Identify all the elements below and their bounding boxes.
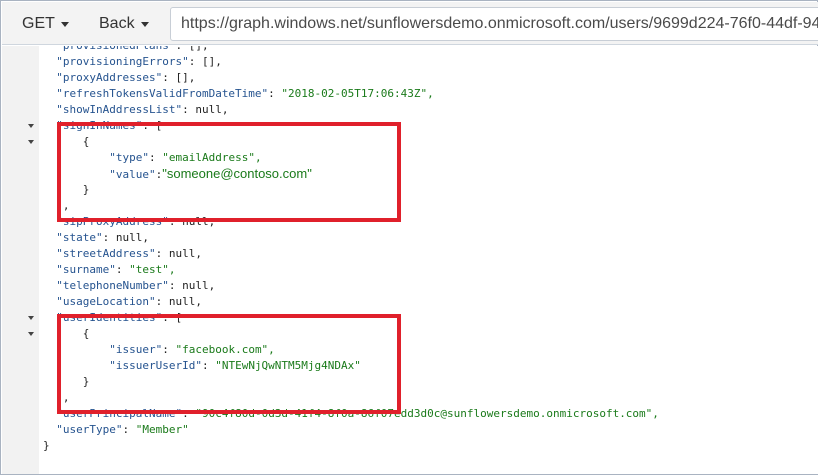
json-separator: :: [155, 295, 169, 308]
http-method-dropdown[interactable]: GET: [10, 8, 78, 40]
code-line-content: "showInAddressList": null,: [43, 102, 228, 118]
code-line-content: "state": null,: [43, 230, 149, 246]
json-key: "provisioningErrors": [56, 55, 189, 68]
code-line: "telephoneNumber": null,: [2, 278, 818, 294]
json-separator: :: [122, 423, 136, 436]
back-label: Back: [99, 15, 135, 32]
code-line: "surname": "test",: [2, 262, 818, 278]
code-line: "usageLocation": null,: [2, 294, 818, 310]
json-key: "showInAddressList": [56, 103, 183, 116]
json-separator: :: [175, 46, 188, 52]
back-dropdown[interactable]: Back: [88, 8, 162, 40]
json-value: [],: [189, 46, 209, 52]
json-value: "Member": [135, 423, 189, 436]
code-line-content: "usageLocation": null,: [43, 294, 202, 310]
json-key: "surname": [56, 263, 116, 276]
json-key: "usageLocation": [56, 295, 156, 308]
code-line-content: "provisioningErrors": [],: [43, 54, 222, 70]
code-line: "refreshTokensValidFromDateTime": "2018-…: [2, 86, 818, 102]
code-line-content: "telephoneNumber": null,: [43, 278, 215, 294]
code-line: }: [2, 438, 818, 454]
json-key: "streetAddress": [56, 247, 156, 260]
http-method-label: GET: [22, 15, 55, 32]
code-line-content: "surname": "test",: [43, 262, 175, 278]
json-separator: :: [182, 103, 196, 116]
code-line: "userType": "Member": [2, 422, 818, 438]
url-text: https://graph.windows.net/sunflowersdemo…: [181, 15, 818, 32]
fold-toggle-icon[interactable]: [28, 124, 34, 128]
json-separator: :: [162, 71, 176, 84]
json-separator: :: [168, 279, 183, 292]
json-separator: :: [188, 55, 202, 68]
json-key: "proxyAddresses": [56, 71, 163, 84]
fold-toggle-icon[interactable]: [28, 140, 34, 144]
url-input[interactable]: https://graph.windows.net/sunflowersdemo…: [170, 7, 818, 41]
window-frame: GET Back https://graph.windows.net/sunfl…: [0, 0, 818, 475]
code-line-content: "provisionedPlans": [],: [43, 46, 209, 54]
json-value: null,: [182, 279, 216, 292]
highlight-box-user-identities: [57, 314, 401, 414]
code-line-content: "proxyAddresses": [],: [43, 70, 195, 86]
code-line-content: "refreshTokensValidFromDateTime": "2018-…: [43, 86, 434, 102]
json-value: "test",: [129, 263, 176, 276]
fold-toggle-icon[interactable]: [28, 332, 34, 336]
chevron-down-icon: [140, 21, 149, 27]
json-key: "telephoneNumber": [56, 279, 169, 292]
code-line-content: "streetAddress": null,: [43, 246, 202, 262]
code-line: "showInAddressList": null,: [2, 102, 818, 118]
code-line-content: "userType": "Member": [43, 422, 189, 438]
json-value: }: [43, 439, 50, 452]
json-key: "state": [56, 231, 103, 244]
json-value: null,: [115, 231, 149, 244]
code-line: "state": null,: [2, 230, 818, 246]
chevron-down-icon: [60, 21, 69, 27]
json-separator: :: [115, 263, 130, 276]
fold-toggle-icon[interactable]: [28, 316, 34, 320]
code-line-content: }: [43, 438, 50, 454]
code-line: "streetAddress": null,: [2, 246, 818, 262]
code-line: "provisionedPlans": [],: [2, 46, 818, 54]
json-value: null,: [168, 247, 202, 260]
json-separator: :: [155, 247, 169, 260]
toolbar: GET Back https://graph.windows.net/sunfl…: [2, 2, 818, 45]
json-key: "userType": [56, 423, 123, 436]
json-value: null,: [168, 295, 202, 308]
json-separator: :: [268, 87, 282, 100]
json-key: "refreshTokensValidFromDateTime": [56, 87, 269, 100]
code-line: "proxyAddresses": [],: [2, 70, 818, 86]
json-value: null,: [195, 103, 229, 116]
json-value: [],: [175, 71, 196, 84]
json-key: "provisionedPlans": [56, 46, 175, 52]
json-value: [],: [201, 55, 222, 68]
json-value: "2018-02-05T17:06:43Z",: [281, 87, 434, 100]
json-separator: :: [102, 231, 116, 244]
code-line: "provisioningErrors": [],: [2, 54, 818, 70]
highlight-box-signin-names: [57, 122, 401, 222]
json-response-panel: "provisionedPlans": [], "provisioningErr…: [2, 46, 818, 474]
